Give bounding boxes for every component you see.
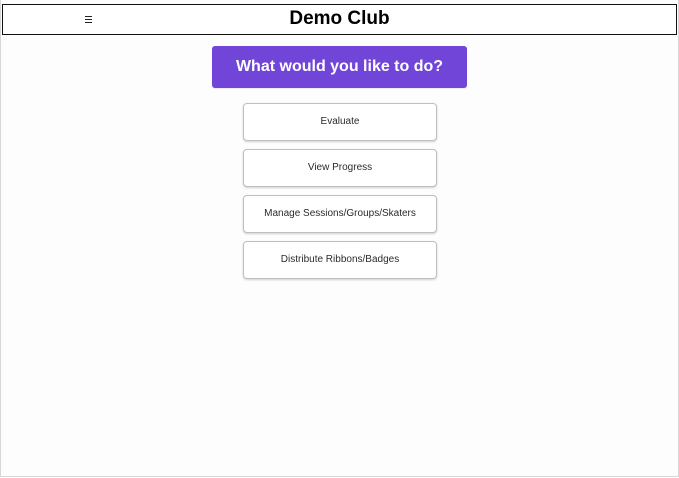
view-progress-button[interactable]: View Progress (243, 149, 437, 187)
evaluate-button[interactable]: Evaluate (243, 103, 437, 141)
page-title: Demo Club (289, 8, 390, 29)
action-button-list: Evaluate View Progress Manage Sessions/G… (243, 103, 437, 279)
app-frame: Demo Club What would you like to do? Eva… (0, 0, 679, 477)
distribute-ribbons-badges-button[interactable]: Distribute Ribbons/Badges (243, 241, 437, 279)
manage-sessions-groups-skaters-button[interactable]: Manage Sessions/Groups/Skaters (243, 195, 437, 233)
action-prompt-banner: What would you like to do? (212, 46, 467, 88)
app-header: Demo Club (2, 4, 677, 35)
